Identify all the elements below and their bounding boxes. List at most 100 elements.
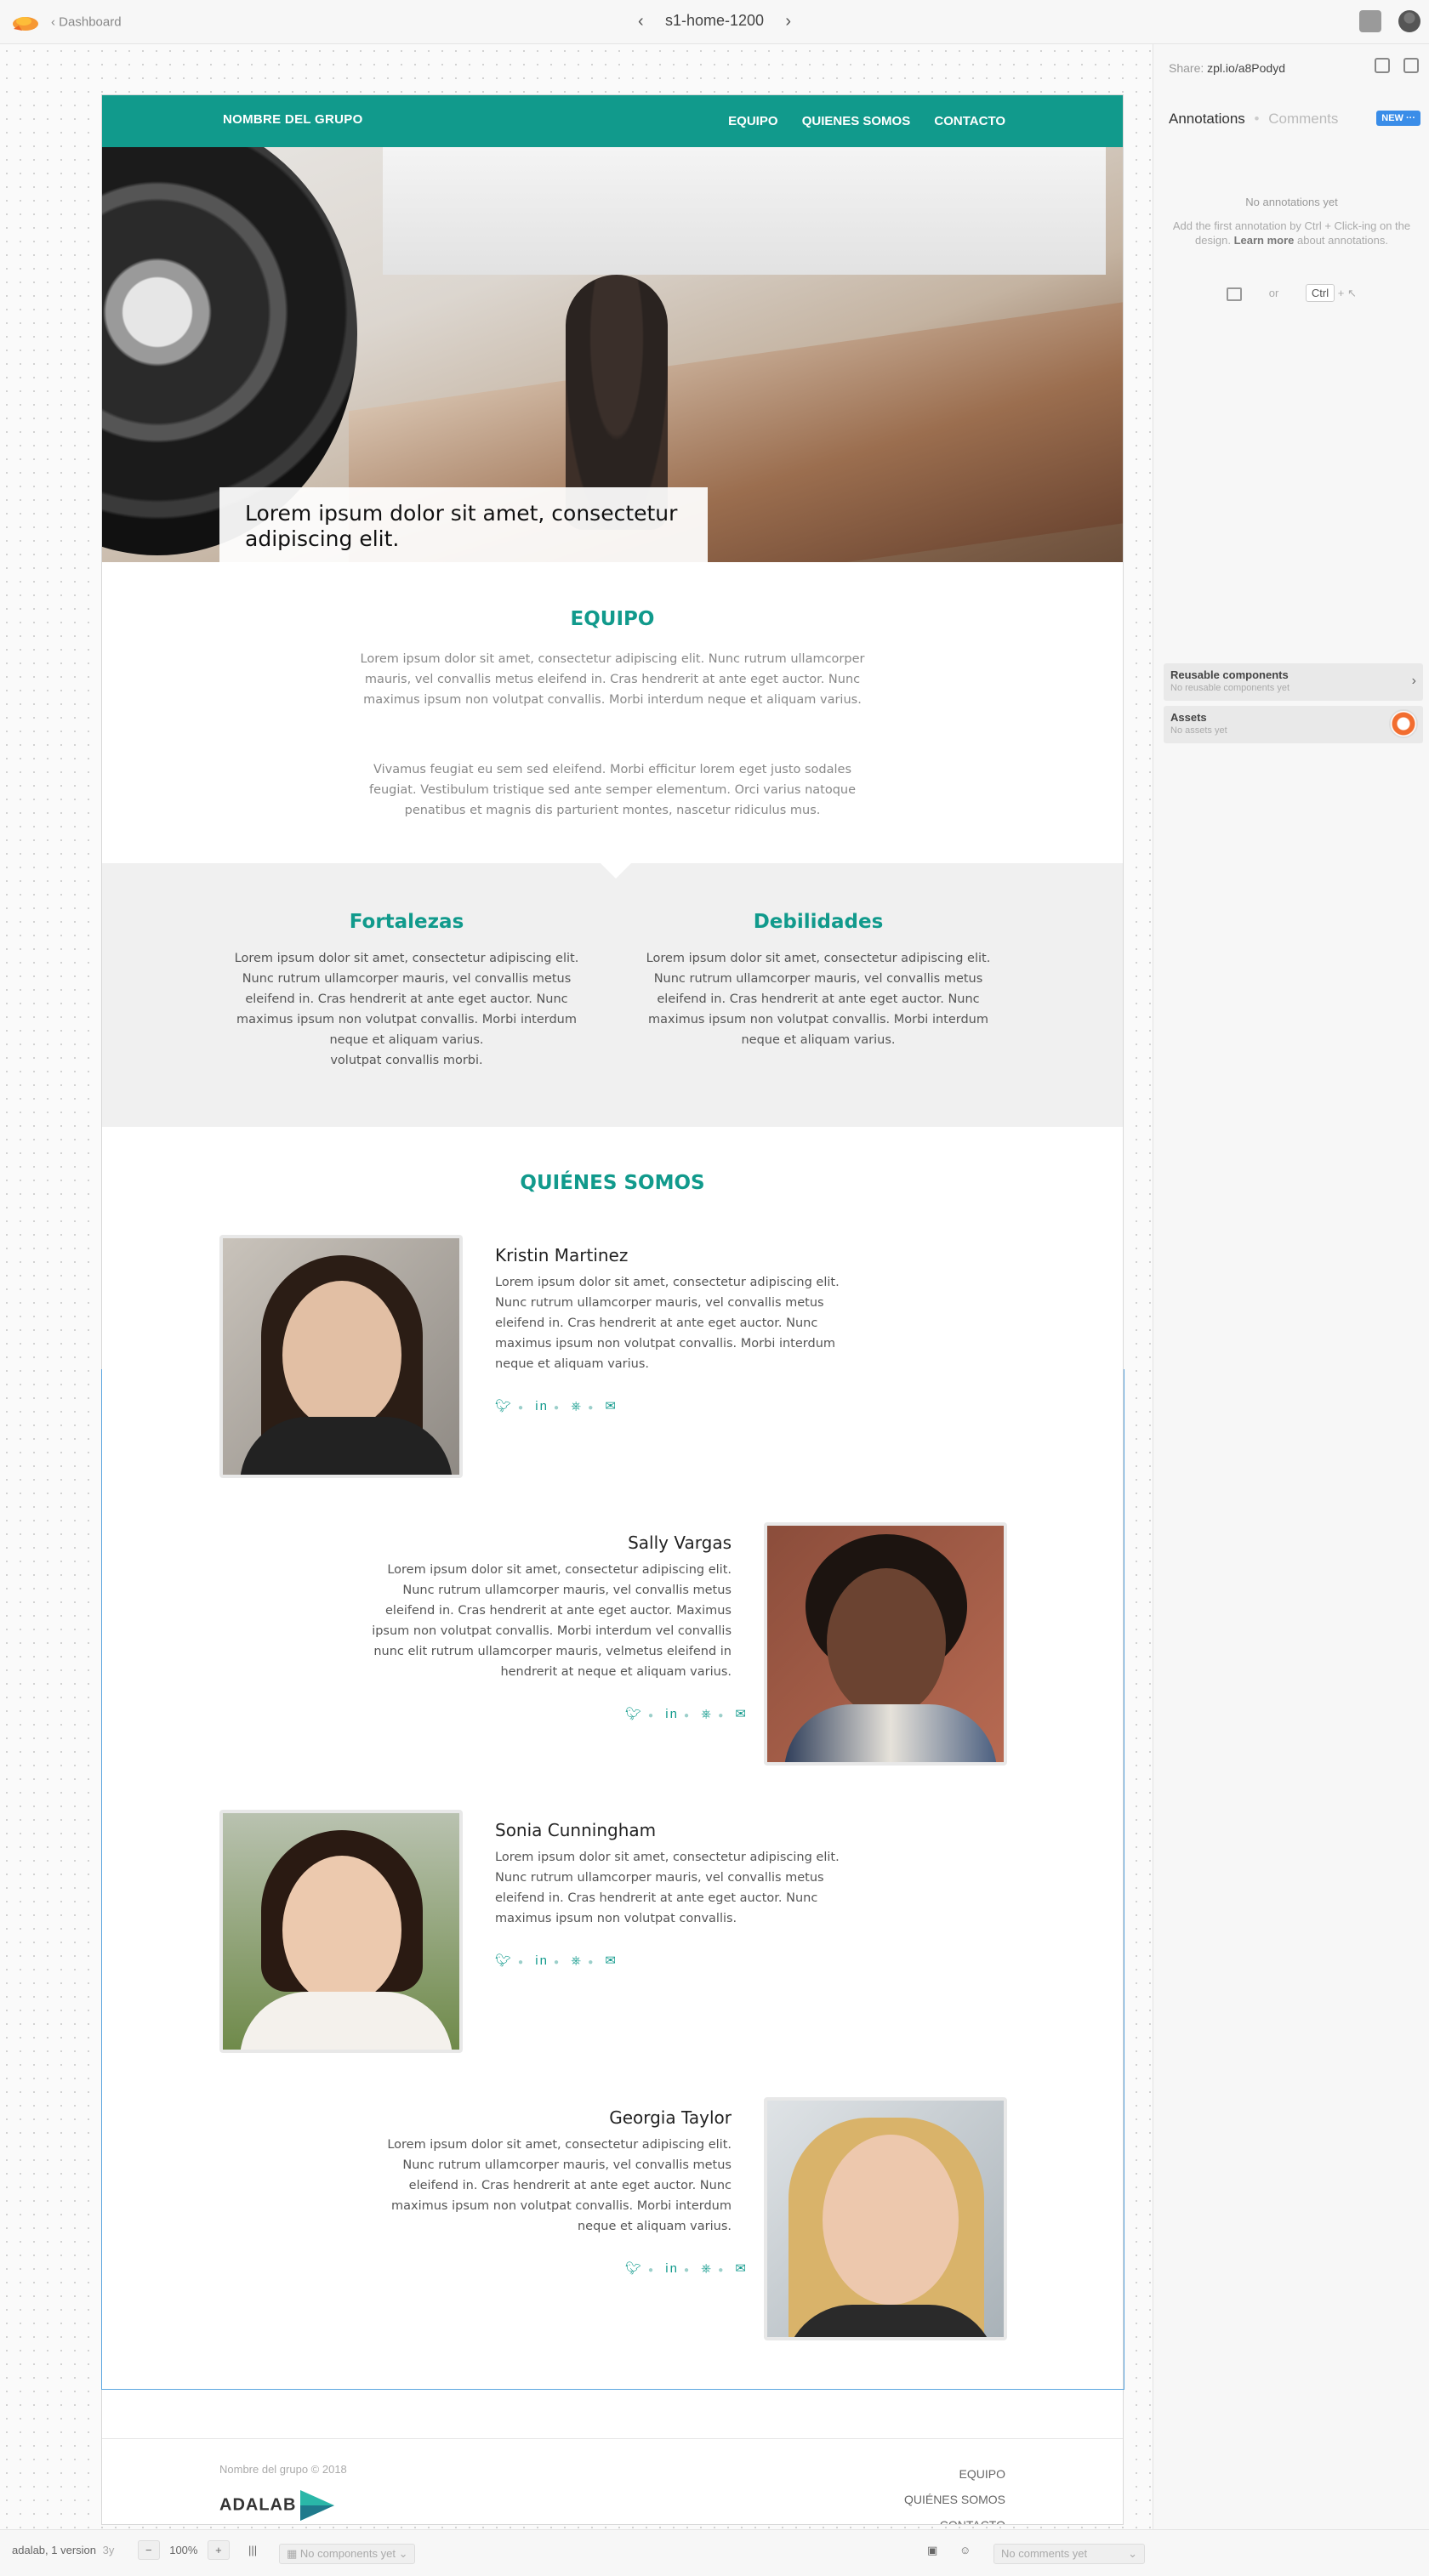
- previous-screen-icon[interactable]: ‹: [638, 12, 644, 31]
- copy-icon[interactable]: [1403, 58, 1419, 73]
- reusable-title: Reusable components: [1170, 668, 1289, 681]
- quienes-somos-title: QUIÉNES SOMOS: [520, 1172, 705, 1194]
- zeplin-logo-icon[interactable]: [10, 10, 41, 34]
- reusable-components-card[interactable]: Reusable components No reusable componen…: [1164, 663, 1423, 701]
- debilidades-column: Debilidades Lorem ipsum dolor sit amet, …: [640, 911, 997, 1050]
- team-member-name: Sally Vargas: [628, 1533, 732, 1553]
- linkedin-icon[interactable]: in: [665, 2261, 679, 2276]
- grid-toggle-icon[interactable]: |||: [248, 2544, 257, 2556]
- add-annotation-icon[interactable]: [1227, 287, 1243, 301]
- separator-dot: ●: [518, 1403, 526, 1413]
- cursor-icon: ↖: [1346, 287, 1357, 299]
- footer-link-quienes-somos[interactable]: QUIÉNES SOMOS: [904, 2487, 1005, 2512]
- separator-dot: ●: [553, 1403, 561, 1413]
- zoom-level[interactable]: 100%: [169, 2544, 197, 2556]
- new-badge[interactable]: NEW ···: [1376, 111, 1420, 126]
- footer-link-equipo[interactable]: EQUIPO: [904, 2461, 1005, 2487]
- add-annotation-icon[interactable]: ▣: [927, 2544, 937, 2557]
- github-icon[interactable]: ⎈: [701, 2261, 713, 2276]
- tab-comments[interactable]: Comments: [1268, 111, 1338, 127]
- ctrl-key: Ctrl: [1305, 284, 1335, 302]
- email-icon[interactable]: ✉: [735, 2261, 748, 2276]
- share-url-text: zpl.io/a8Podyd: [1207, 61, 1285, 75]
- zoom-controls: − 100% +: [138, 2540, 230, 2560]
- fortalezas-extra: volutpat convallis morbi.: [330, 1054, 483, 1067]
- team-member-name: Georgia Taylor: [609, 2107, 732, 2128]
- learn-more-link[interactable]: Learn more: [1234, 234, 1295, 247]
- github-icon[interactable]: ⎈: [571, 1399, 583, 1413]
- team-member-bio: Lorem ipsum dolor sit amet, consectetur …: [372, 1563, 732, 1679]
- separator-dot: ●: [683, 2266, 691, 2275]
- site-menu: EQUIPO QUIENES SOMOS CONTACTO: [708, 114, 1005, 128]
- chevron-down-icon: ⌄: [1128, 2547, 1137, 2560]
- email-icon[interactable]: ✉: [605, 1399, 618, 1413]
- help-lifebuoy-icon[interactable]: [1389, 709, 1418, 738]
- hint-text-end: about annotations.: [1297, 234, 1388, 247]
- right-panel: Share: zpl.io/a8Podyd Annotations • Comm…: [1153, 44, 1429, 2529]
- version-age: 3y: [102, 2544, 115, 2556]
- photo-face-shape: [827, 1568, 946, 1717]
- adalab-arrow-icon: [300, 2490, 334, 2521]
- twitter-icon[interactable]: 🐦︎: [495, 1953, 513, 1968]
- team-member-name: Kristin Martinez: [495, 1245, 629, 1265]
- footer-links: EQUIPO QUIÉNES SOMOS CONTACTO: [904, 2461, 1005, 2524]
- twitter-icon[interactable]: 🐦︎: [495, 1399, 513, 1413]
- fortalezas-column: Fortalezas Lorem ipsum dolor sit amet, c…: [228, 911, 585, 1071]
- screen-navigator: ‹ s1-home-1200 ›: [638, 12, 791, 31]
- version-text: adalab, 1 version: [12, 2544, 97, 2556]
- tab-annotations[interactable]: Annotations: [1169, 111, 1245, 127]
- plus-text: +: [1337, 287, 1345, 299]
- assets-card[interactable]: Assets No assets yet: [1164, 706, 1423, 743]
- chevron-right-icon: ›: [1411, 674, 1416, 688]
- twitter-icon[interactable]: 🐦︎: [625, 1707, 643, 1721]
- github-icon[interactable]: ⎈: [701, 1707, 713, 1721]
- design-canvas[interactable]: NOMBRE DEL GRUPO EQUIPO QUIENES SOMOS CO…: [0, 44, 1153, 2529]
- adalab-logo[interactable]: ADALAB: [219, 2488, 336, 2522]
- assets-subtitle: No assets yet: [1170, 725, 1227, 736]
- photo-face-shape: [282, 1856, 401, 2005]
- chevron-down-icon: ⌄: [398, 2547, 408, 2560]
- assets-title: Assets: [1170, 711, 1207, 724]
- version-info[interactable]: adalab, 1 version 3y: [12, 2544, 114, 2556]
- share-label: Share:: [1169, 61, 1204, 75]
- social-links: 🐦︎ ● in ● ⎈ ● ✉: [625, 2260, 753, 2276]
- team-member-photo: [219, 1235, 463, 1478]
- site-footer: Nombre del grupo © 2018 ADALAB EQUIPO QU…: [102, 2438, 1123, 2524]
- debilidades-title: Debilidades: [753, 911, 884, 933]
- next-screen-icon[interactable]: ›: [785, 12, 791, 31]
- social-links: 🐦︎ ● in ● ⎈ ● ✉: [495, 1398, 623, 1413]
- top-right-controls: [1346, 10, 1420, 32]
- notifications-icon[interactable]: [1358, 10, 1381, 32]
- team-member-bio: Lorem ipsum dolor sit amet, consectetur …: [495, 1276, 840, 1371]
- back-to-dashboard-link[interactable]: ‹ Dashboard: [51, 14, 122, 30]
- separator-dot: ●: [588, 1958, 595, 1967]
- separator-dot: ●: [718, 1711, 726, 1720]
- zoom-in-button[interactable]: +: [208, 2540, 230, 2560]
- menu-quienes-somos[interactable]: QUIENES SOMOS: [802, 114, 911, 128]
- email-icon[interactable]: ✉: [735, 1707, 748, 1721]
- user-avatar[interactable]: [1398, 10, 1420, 32]
- footer-link-contacto[interactable]: CONTACTO: [904, 2512, 1005, 2524]
- bottom-bar: adalab, 1 version 3y − 100% + ||| ▦ No c…: [0, 2529, 1429, 2576]
- photo-body-shape: [784, 1704, 997, 1762]
- or-text: or: [1268, 287, 1279, 299]
- twitter-icon[interactable]: 🐦︎: [625, 2261, 643, 2276]
- separator-dot: ●: [718, 2266, 726, 2275]
- linkedin-icon[interactable]: in: [535, 1953, 549, 1968]
- user-avatar[interactable]: ☺: [959, 2544, 971, 2556]
- equipo-section: EQUIPO Lorem ipsum dolor sit amet, conse…: [102, 562, 1123, 863]
- menu-contacto[interactable]: CONTACTO: [934, 114, 1005, 128]
- site-brand: NOMBRE DEL GRUPO: [223, 112, 363, 127]
- linkedin-icon[interactable]: in: [665, 1707, 679, 1721]
- github-icon[interactable]: ⎈: [571, 1953, 583, 1968]
- share-url[interactable]: Share: zpl.io/a8Podyd: [1169, 61, 1285, 75]
- linkedin-icon[interactable]: in: [535, 1399, 549, 1413]
- comments-dropdown[interactable]: No comments yet ⌄: [993, 2544, 1145, 2564]
- zoom-out-button[interactable]: −: [138, 2540, 160, 2560]
- email-icon[interactable]: ✉: [605, 1953, 618, 1968]
- export-icon[interactable]: [1375, 58, 1390, 73]
- team-member-bio: Lorem ipsum dolor sit amet, consectetur …: [495, 1851, 840, 1925]
- components-dropdown[interactable]: ▦ No components yet ⌄: [279, 2544, 416, 2564]
- comments-text: No comments yet: [1001, 2547, 1088, 2560]
- menu-equipo[interactable]: EQUIPO: [728, 114, 777, 128]
